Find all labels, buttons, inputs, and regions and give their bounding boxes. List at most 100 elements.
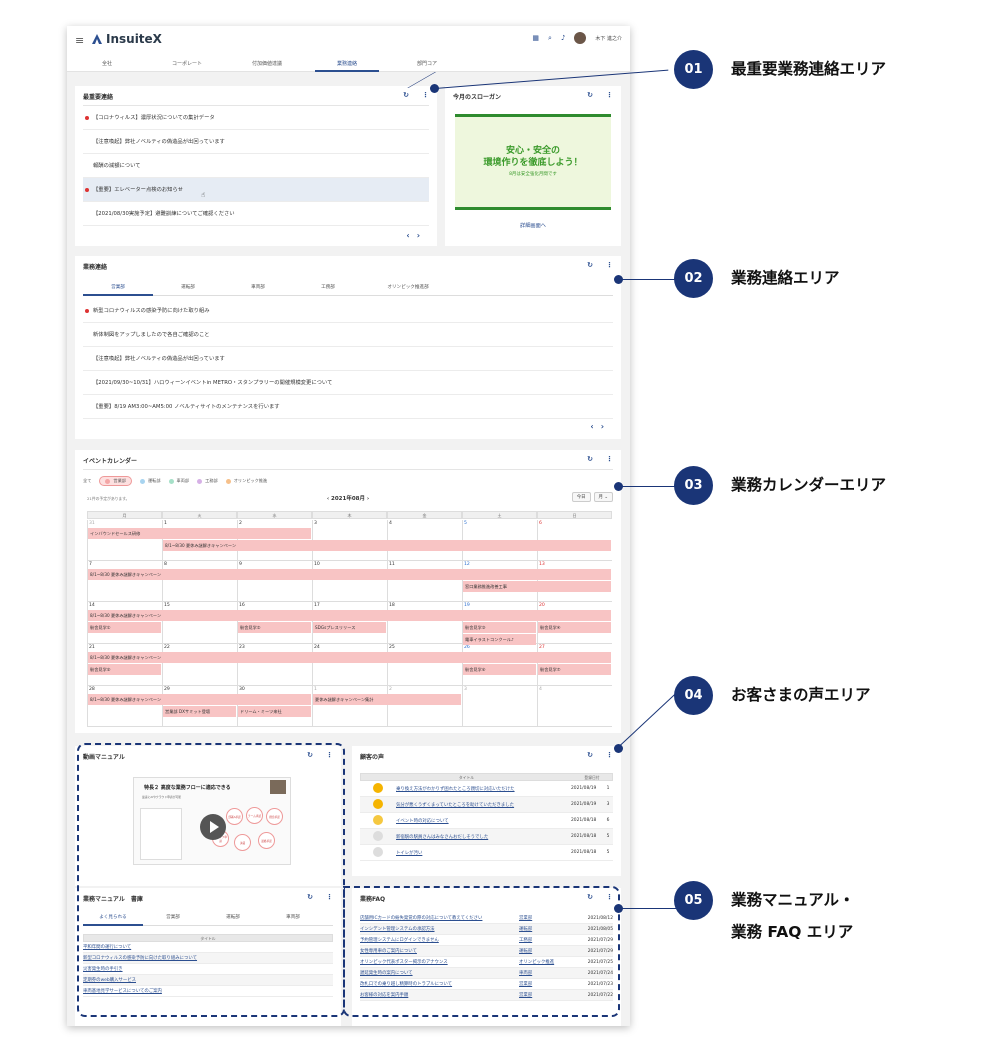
calendar-event[interactable]: SDGsプレスリリース bbox=[313, 622, 386, 633]
more-icon[interactable]: ⋮ bbox=[606, 751, 613, 759]
list-item[interactable]: 【重要】エレベーター点検のお知らせ ☝ bbox=[83, 178, 429, 202]
calendar-event[interactable]: 8/1~8/30 夏休み謎解きキャンペーン bbox=[163, 540, 611, 551]
avatar[interactable] bbox=[574, 32, 587, 44]
tab-sales[interactable]: 営業部 bbox=[83, 280, 153, 296]
list-item[interactable]: 【注意喚起】弊社ノベルティの偽造品が出回っています bbox=[83, 130, 429, 154]
calendar-event[interactable]: 8/1~8/30 夏休み謎解きキャンペーン bbox=[88, 569, 611, 580]
user-name[interactable]: 木下 進之介 bbox=[595, 35, 622, 42]
logo[interactable]: InsuiteX bbox=[91, 32, 162, 46]
calendar-event[interactable]: 駅舎見学② bbox=[238, 622, 311, 633]
list-item[interactable]: 新体制図をアップしましたので各自ご確認のこと bbox=[83, 323, 613, 347]
calendar-day[interactable] bbox=[312, 561, 387, 602]
tab-value-added[interactable]: 付加価値達議 bbox=[227, 55, 307, 72]
list-item[interactable]: 【コロナウィルス】濃厚状況についての集計データ bbox=[83, 106, 429, 130]
tab-corporate[interactable]: コーポレート bbox=[147, 55, 227, 72]
calendar-event[interactable]: 営業部 DXサミット登壇 bbox=[163, 706, 236, 717]
calendar-event[interactable]: ドリーム・ミーツ来社 bbox=[238, 706, 311, 717]
tab-olympic[interactable]: オリンピック推進部 bbox=[363, 280, 453, 295]
calendar-event[interactable]: 駅舎見学⑦ bbox=[538, 664, 611, 675]
tab-operation[interactable]: 運転部 bbox=[153, 280, 223, 295]
table-row[interactable]: 新宿駅の駅員さんはみなさんおだしそうでした 2021/08/18 5 bbox=[360, 829, 613, 845]
bell-icon[interactable]: ♪ bbox=[561, 34, 565, 42]
tab-vehicle[interactable]: 車両部 bbox=[223, 280, 293, 295]
calendar-event[interactable]: 8/1~8/30 夏休み謎解きキャンペーン bbox=[88, 652, 611, 663]
calendar-day[interactable] bbox=[387, 561, 462, 602]
calendar-day[interactable] bbox=[387, 644, 462, 686]
calendar-day[interactable] bbox=[162, 561, 237, 602]
calendar-event[interactable]: 8/1~8/30 夏休み謎解きキャンペーン bbox=[88, 694, 311, 705]
refresh-icon[interactable]: ↻ bbox=[587, 455, 593, 463]
calendar-day[interactable] bbox=[162, 602, 237, 644]
calendar-day[interactable] bbox=[87, 520, 162, 561]
legend-item[interactable]: 工務部 bbox=[197, 478, 218, 484]
list-item[interactable]: 報酬の減額について bbox=[83, 154, 429, 178]
calendar-day[interactable] bbox=[87, 686, 162, 727]
tab-business[interactable]: 業務連絡 bbox=[307, 55, 387, 72]
list-item[interactable]: 新型コロナウィルスの感染予防に向けた取り組み bbox=[83, 299, 613, 323]
detail-link[interactable]: 詳細画面へ bbox=[445, 222, 621, 229]
voice-title[interactable]: 気分が悪くうずくまっていたところを助けていただきました bbox=[396, 802, 571, 808]
more-icon[interactable]: ⋮ bbox=[606, 455, 613, 463]
voice-title[interactable]: 乗り換え方法がわかりず困れたところ親切に対応いただけた bbox=[396, 786, 571, 792]
calendar-event[interactable]: 駅舎見学⑥ bbox=[463, 664, 536, 675]
calendar-day[interactable] bbox=[237, 644, 312, 686]
refresh-icon[interactable]: ↻ bbox=[587, 261, 593, 269]
pager[interactable]: ‹› bbox=[590, 422, 611, 431]
refresh-icon[interactable]: ↻ bbox=[587, 91, 593, 99]
calendar-event[interactable]: 窓口業務推進改善工事 bbox=[463, 581, 611, 592]
apps-grid-icon[interactable]: ▦ bbox=[532, 34, 539, 42]
tab-engineering[interactable]: 工務部 bbox=[293, 280, 363, 295]
tab-dept-core[interactable]: 部門コア bbox=[387, 55, 467, 72]
view-select[interactable]: 月 ⌄ bbox=[593, 492, 613, 502]
calendar-month[interactable]: ‹ 2021年08月 › bbox=[75, 494, 621, 502]
today-button[interactable]: 今日 bbox=[571, 492, 591, 502]
legend-item[interactable]: 営業部 bbox=[99, 476, 132, 486]
weather-icon bbox=[373, 782, 383, 793]
voice-title[interactable]: イベント時の対応について bbox=[396, 818, 571, 824]
calendar-day[interactable] bbox=[537, 686, 612, 727]
voice-title[interactable]: 新宿駅の駅員さんはみなさんおだしそうでした bbox=[396, 834, 571, 840]
voice-title[interactable]: トイレが汚い bbox=[396, 850, 571, 856]
calendar-day[interactable] bbox=[387, 602, 462, 644]
calendar-event[interactable]: 夏休み謎解きキャンペーン集計 bbox=[313, 694, 461, 705]
more-icon[interactable]: ⋮ bbox=[606, 261, 613, 269]
slogan-line3: 8月は安全強化月間です bbox=[509, 172, 557, 177]
more-icon[interactable]: ⋮ bbox=[606, 91, 613, 99]
table-row[interactable]: 気分が悪くうずくまっていたところを助けていただきました 2021/08/19 3 bbox=[360, 797, 613, 813]
weekday-header: 月 bbox=[87, 511, 162, 519]
pager[interactable]: ‹› bbox=[406, 231, 427, 240]
slogan-banner[interactable]: 安心・安全の 環境作りを徹底しよう！ 8月は安全強化月間です bbox=[455, 114, 611, 210]
search-icon[interactable]: ⌕ bbox=[548, 34, 552, 43]
tab-zensha[interactable]: 全社 bbox=[67, 55, 147, 72]
legend-all[interactable]: 全て bbox=[83, 478, 91, 484]
table-row[interactable]: 乗り換え方法がわかりず困れたところ親切に対応いただけた 2021/08/19 1 bbox=[360, 781, 613, 797]
list-item[interactable]: 【2021/09/30~10/31】ハロウィーンイベントin METRO・スタン… bbox=[83, 371, 613, 395]
calendar-event[interactable]: インバウンドセールス研修 bbox=[88, 528, 311, 539]
list-item[interactable]: 【注意喚起】弊社ノベルティの偽造品が出回っています bbox=[83, 347, 613, 371]
calendar-event[interactable]: 駅舎見学③ bbox=[463, 622, 536, 633]
calendar-day[interactable] bbox=[387, 686, 462, 727]
more-icon[interactable]: ⋮ bbox=[422, 91, 429, 99]
refresh-icon[interactable]: ↻ bbox=[587, 751, 593, 759]
legend-item[interactable]: 運転部 bbox=[139, 478, 161, 484]
refresh-icon[interactable]: ↻ bbox=[403, 91, 409, 99]
calendar-day[interactable] bbox=[87, 561, 162, 602]
calendar-day[interactable] bbox=[237, 561, 312, 602]
calendar-event[interactable]: 電車イラストコンクール♪ bbox=[463, 634, 536, 645]
calendar-day[interactable] bbox=[462, 686, 537, 727]
calendar-day[interactable] bbox=[312, 686, 387, 727]
menu-icon[interactable]: ≡ bbox=[75, 34, 84, 47]
calendar-event[interactable]: 8/1~8/30 夏休み謎解きキャンペーン bbox=[88, 610, 611, 621]
legend-item[interactable]: 車両部 bbox=[168, 478, 189, 484]
calendar-event[interactable]: 駅舎見学④ bbox=[538, 622, 611, 633]
list-item[interactable]: 【重要】8/19 AM3:00~AM5:00 ノベルティサイトのメンテナンスを行… bbox=[83, 395, 613, 419]
callout-number: 05 bbox=[674, 881, 713, 920]
calendar-event[interactable]: 駅舎見学⑤ bbox=[88, 664, 161, 675]
legend-item[interactable]: オリンピック推進 bbox=[225, 478, 267, 484]
table-row[interactable]: トイレが汚い 2021/08/18 5 bbox=[360, 845, 613, 861]
table-row[interactable]: イベント時の対応について 2021/08/18 6 bbox=[360, 813, 613, 829]
calendar-event[interactable]: 駅舎見学① bbox=[88, 622, 161, 633]
list-item[interactable]: 【2021/08/30実施予定】避難訓練についてご確認ください bbox=[83, 202, 429, 226]
calendar-day[interactable] bbox=[162, 644, 237, 686]
calendar-day[interactable] bbox=[312, 644, 387, 686]
